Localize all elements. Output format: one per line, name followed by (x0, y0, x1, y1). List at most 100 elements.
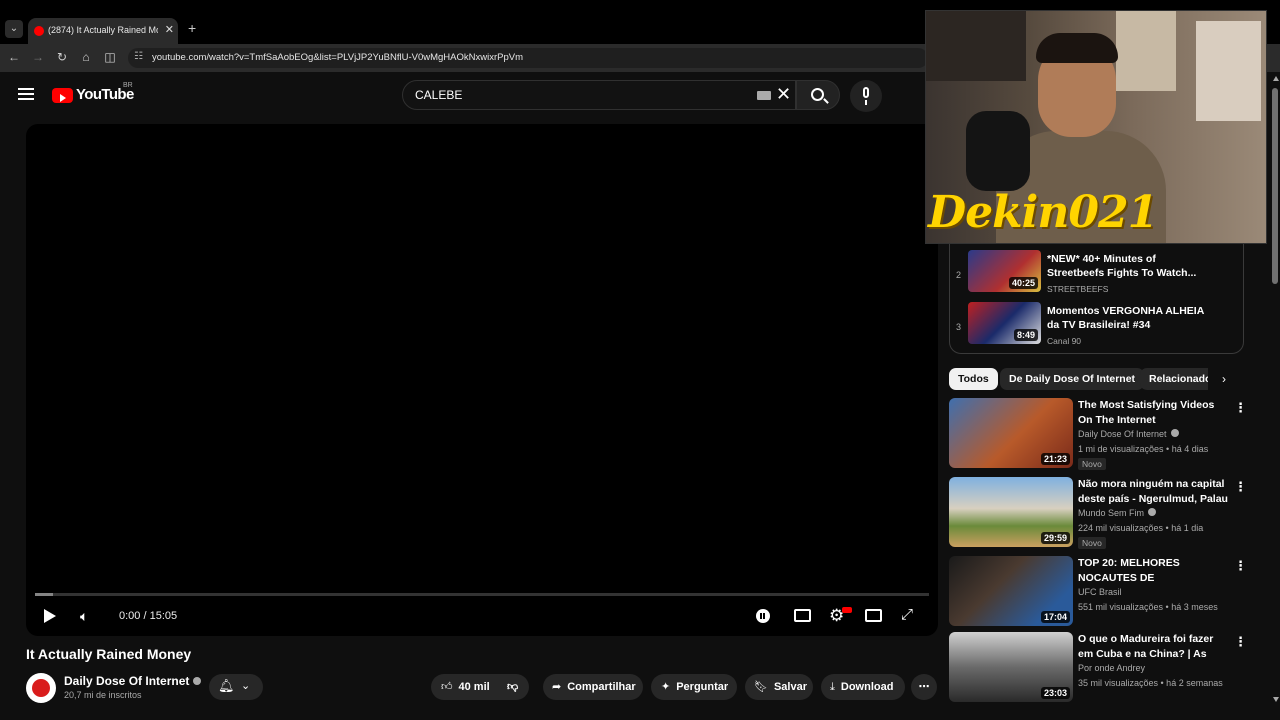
chip-related[interactable]: Relacionados (1140, 368, 1208, 390)
recommended-title[interactable]: The Most Satisfying Videos On The Intern… (1078, 398, 1228, 428)
share-label: Compartilhar (567, 681, 636, 693)
channel-avatar[interactable] (26, 673, 56, 703)
channel-name-row[interactable]: Daily Dose Of Internet (64, 674, 202, 688)
duration-badge: 21:23 (1040, 453, 1070, 465)
search-icon (811, 88, 824, 101)
address-bar[interactable]: ☷ youtube.com/watch?v=TmfSaAobEOg&list=P… (128, 48, 928, 68)
share-button[interactable]: ➦ Compartilhar (543, 674, 643, 700)
playlist-item-channel: STREETBEEFS (1047, 284, 1109, 294)
recommended-channel: UFC Brasil (1078, 587, 1122, 597)
tab-title: (2874) It Actually Rained Money (48, 25, 158, 35)
playlist-index: 2 (956, 270, 962, 280)
duration-badge: 29:59 (1040, 532, 1070, 544)
subtitles-icon[interactable] (794, 609, 811, 622)
play-icon[interactable] (44, 609, 56, 623)
scroll-up-arrow-icon[interactable] (1273, 76, 1279, 81)
playlist-index: 3 (956, 322, 962, 332)
back-arrow-icon[interactable]: ← (6, 50, 22, 64)
search-button[interactable] (796, 80, 840, 110)
playlist-item[interactable]: 3 8:49 Momentos VERGONHA ALHEIA da TV Br… (950, 302, 1245, 350)
recommended-title[interactable]: TOP 20: MELHORES NOCAUTES DE BRASILEIROS… (1078, 556, 1228, 586)
chevron-right-icon[interactable]: › (1222, 372, 1226, 386)
recommended-title[interactable]: Não mora ninguém na capital deste país -… (1078, 477, 1228, 507)
bookmark-icon: 🔖︎ (754, 681, 768, 693)
new-badge: Novo (1078, 537, 1106, 549)
save-button[interactable]: 🔖︎ Salvar (745, 674, 813, 700)
video-thumbnail[interactable]: 29:59 (949, 477, 1073, 547)
video-thumbnail[interactable]: 23:03 (949, 632, 1073, 702)
recommended-video[interactable]: 29:59 Não mora ninguém na capital deste … (949, 477, 1249, 549)
more-options-icon[interactable]: ⋮ (1234, 400, 1247, 416)
split-view-icon[interactable]: ◫ (102, 50, 118, 64)
playlist-item[interactable]: 2 40:25 *NEW* 40+ Minutes of Streetbeefs… (950, 250, 1245, 298)
webcam-overlay: Dekin021 (925, 10, 1267, 244)
progress-buffered (35, 593, 53, 596)
recommended-video[interactable]: 17:04 TOP 20: MELHORES NOCAUTES DE BRASI… (949, 556, 1249, 626)
recommended-title[interactable]: O que o Madureira foi fazer em Cuba e na… (1078, 632, 1228, 662)
download-icon: ⤓ (830, 681, 835, 693)
video-thumbnail[interactable]: 21:23 (949, 398, 1073, 468)
recommended-video[interactable]: 21:23 The Most Satisfying Videos On The … (949, 398, 1249, 470)
channel-name[interactable]: Daily Dose Of Internet (64, 674, 189, 688)
menu-icon[interactable] (18, 88, 34, 100)
recommended-channel-row: Mundo Sem Fim (1078, 508, 1157, 518)
chip-todos[interactable]: Todos (949, 368, 998, 390)
playlist-item-channel: Canal 90 (1047, 336, 1082, 346)
search-input[interactable]: CALEBE ✕ (402, 80, 796, 110)
save-label: Salvar (773, 681, 807, 693)
verified-icon (1148, 508, 1157, 516)
recommended-stats: 35 mil visualizações • há 2 semanas (1078, 678, 1223, 688)
duration-badge: 17:04 (1040, 611, 1070, 623)
progress-bar[interactable] (35, 593, 929, 596)
close-tab-icon[interactable]: ✕ (165, 23, 174, 36)
country-code: BR (123, 82, 133, 89)
playlist-panel: 2 40:25 *NEW* 40+ Minutes of Streetbeefs… (949, 244, 1244, 354)
reload-icon[interactable]: ↻ (54, 50, 70, 64)
recommended-stats: 1 mi de visualizações • há 4 dias (1078, 444, 1209, 454)
more-options-icon[interactable]: ⋮ (1234, 558, 1247, 574)
recommended-stats: 224 mil visualizações • há 1 dia (1078, 523, 1204, 533)
forward-arrow-icon[interactable]: → (30, 50, 46, 64)
microphone-prop (966, 111, 1030, 191)
keyboard-icon[interactable] (757, 91, 771, 100)
more-options-icon[interactable]: ⋮ (1234, 479, 1247, 495)
playlist-item-title[interactable]: *NEW* 40+ Minutes of Streetbeefs Fights … (1047, 252, 1207, 280)
scroll-down-arrow-icon[interactable] (1273, 697, 1279, 702)
playlist-thumbnail[interactable]: 40:25 (968, 250, 1041, 292)
like-button[interactable]: 👍︎ 40 mil 👎︎ (431, 674, 529, 700)
volume-icon[interactable]: 🔈︎ (80, 608, 88, 625)
subscription-bell-button[interactable]: 🔔︎ ⌄ (209, 674, 263, 700)
home-icon[interactable]: ⌂ (78, 50, 94, 64)
more-options-icon[interactable]: ⋮ (1234, 634, 1247, 650)
new-tab-plus-icon[interactable]: + (188, 20, 196, 36)
tab-search-chevron-icon[interactable]: ⌄ (5, 20, 23, 38)
download-button[interactable]: ⤓ Download (821, 674, 905, 700)
voice-search-button[interactable] (850, 80, 882, 112)
video-player[interactable]: 🔈︎ 0:00 / 15:05 ⚙ ⤢ (26, 124, 938, 636)
sparkle-icon: ✦ (661, 681, 671, 693)
chip-from-channel[interactable]: De Daily Dose Of Internet (1000, 368, 1145, 390)
theater-mode-icon[interactable] (865, 609, 882, 622)
youtube-favicon-icon (34, 26, 44, 36)
new-badge: Novo (1078, 458, 1106, 470)
url-text[interactable]: youtube.com/watch?v=TmfSaAobEOg&list=PLV… (152, 52, 523, 63)
site-info-icon[interactable]: ☷ (134, 51, 143, 62)
autoplay-toggle-icon[interactable] (756, 609, 770, 623)
playlist-thumbnail[interactable]: 8:49 (968, 302, 1041, 344)
recommended-video[interactable]: 23:03 O que o Madureira foi fazer em Cub… (949, 632, 1249, 702)
browser-tab[interactable]: (2874) It Actually Rained Money ✕ (28, 18, 178, 44)
video-thumbnail[interactable]: 17:04 (949, 556, 1073, 626)
search-query[interactable]: CALEBE (415, 88, 462, 102)
clear-search-icon[interactable]: ✕ (776, 84, 791, 105)
fullscreen-icon[interactable]: ⤢ (901, 606, 913, 623)
duration-badge: 23:03 (1040, 687, 1070, 699)
scrollbar-thumb[interactable] (1272, 88, 1278, 284)
playlist-item-title[interactable]: Momentos VERGONHA ALHEIA da TV Brasileir… (1047, 304, 1207, 332)
youtube-logo-icon (52, 88, 73, 103)
ask-button[interactable]: ✦ Perguntar (651, 674, 737, 700)
more-actions-icon[interactable]: ⋯ (911, 674, 937, 700)
thumbs-down-icon[interactable]: 👎︎ (507, 674, 518, 700)
recommended-channel: Por onde Andrey (1078, 663, 1146, 673)
subscriber-count: 20,7 mi de inscritos (64, 690, 142, 700)
video-title: It Actually Rained Money (26, 646, 192, 662)
